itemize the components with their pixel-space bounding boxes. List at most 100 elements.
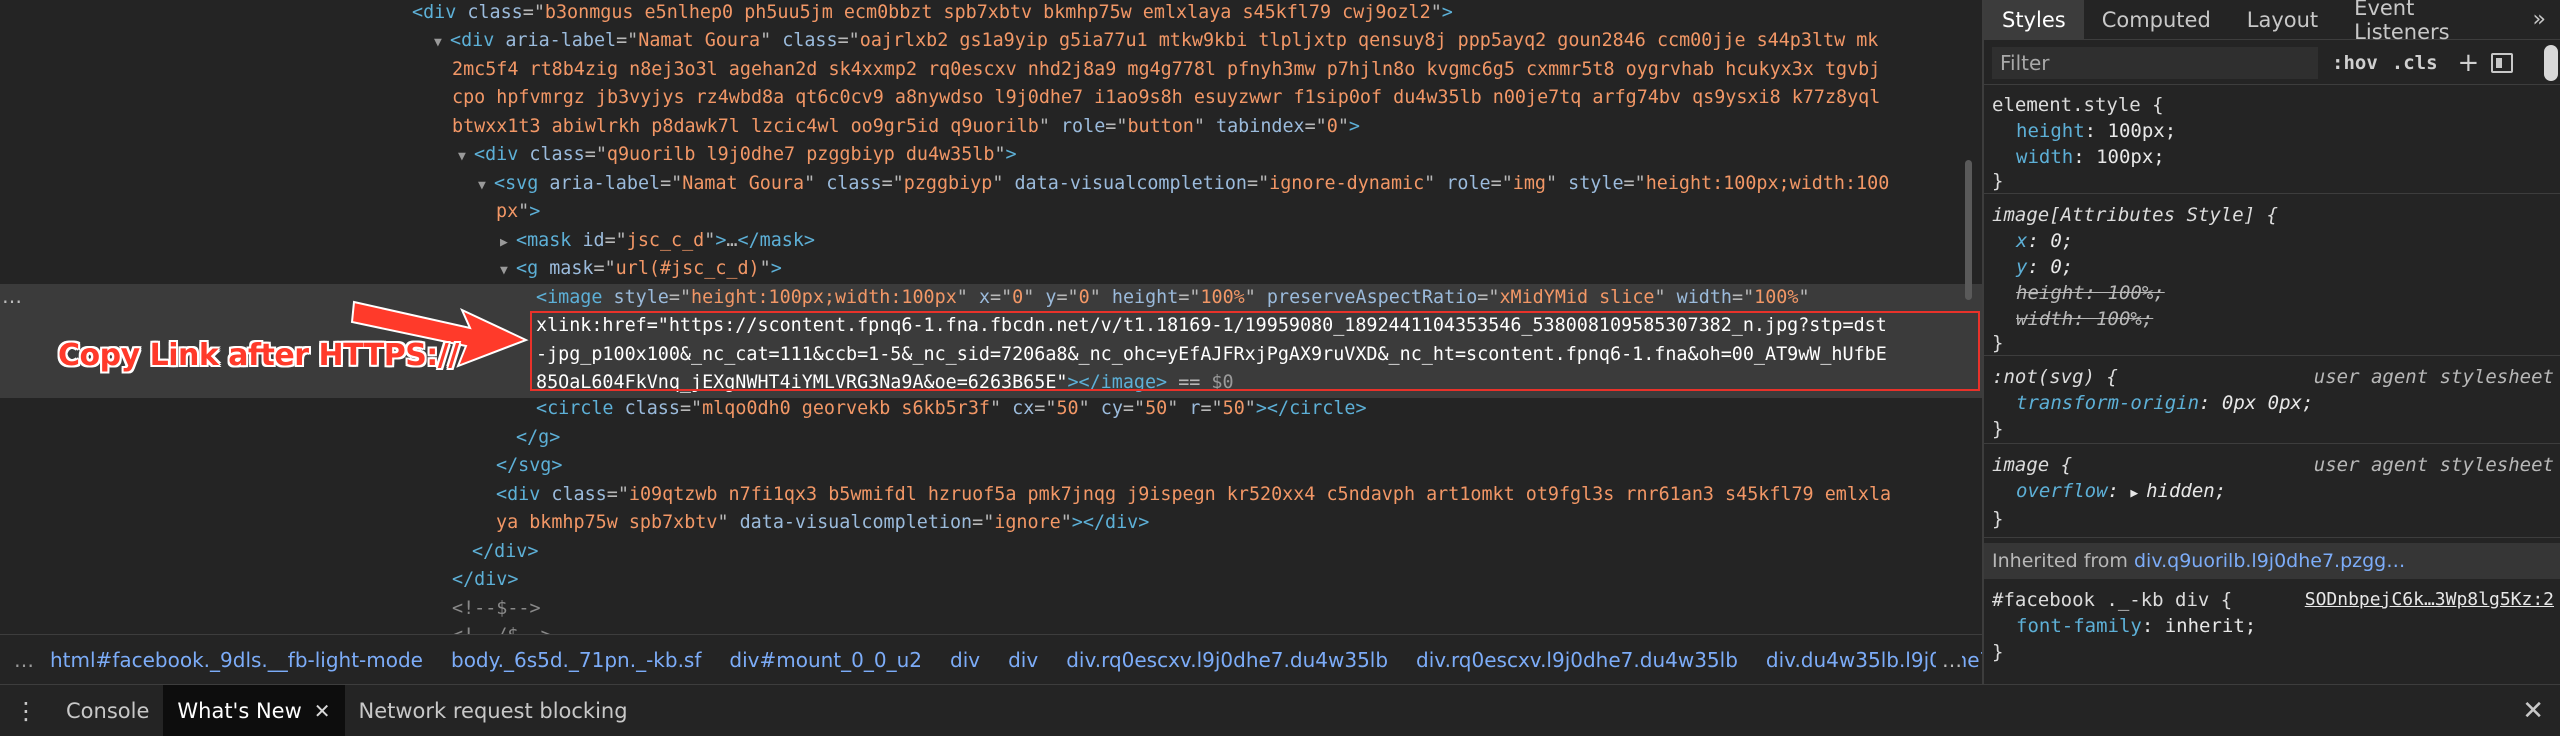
collapse-triangle-icon[interactable]: ▼: [458, 143, 474, 172]
breadcrumb-overflow-left[interactable]: …: [14, 648, 34, 672]
close-drawer-icon[interactable]: ✕: [2522, 696, 2544, 726]
code-token: y: [1045, 287, 1057, 308]
property-value[interactable]: inherit;: [2165, 615, 2257, 637]
dom-node[interactable]: </div>: [0, 566, 1982, 595]
code-token: xMidYMid slice: [1499, 287, 1655, 308]
breadcrumb-item[interactable]: div: [1008, 648, 1038, 672]
rule-facebook-div[interactable]: #facebook ._-kb div {SODnbpejC6k…3Wp8lg5…: [1984, 581, 2560, 684]
property-name: transform-origin: [2016, 392, 2200, 414]
breadcrumb-item[interactable]: body._6s5d._71pn._-kb.sf: [451, 648, 701, 672]
breadcrumb-item[interactable]: div.rq0escxv.l9j0dhe7.du4w35lb: [1416, 648, 1738, 672]
code-token: r: [1189, 398, 1201, 419]
drawer-menu-icon[interactable]: ⋮: [0, 697, 52, 725]
code-token: </div>: [472, 541, 539, 562]
styles-tabbar: Styles Computed Layout Event Listeners »: [1984, 0, 2560, 44]
collapse-triangle-icon[interactable]: ▼: [434, 29, 450, 58]
rule-not-svg[interactable]: :not(svg) {user agent stylesheet transfo…: [1984, 358, 2560, 444]
code-token: ": [1337, 116, 1349, 137]
close-tab-icon[interactable]: ✕: [314, 699, 331, 723]
property-name[interactable]: font-family: [2016, 615, 2142, 637]
stylesheet-source-link[interactable]: SODnbpejC6k…3Wp8lg5Kz:2: [2305, 587, 2554, 613]
tab-computed[interactable]: Computed: [2084, 0, 2229, 40]
tab-whats-new[interactable]: What's New ✕: [163, 684, 345, 736]
breadcrumb-item[interactable]: div: [950, 648, 980, 672]
dom-node[interactable]: ya bkmhp75w spb7xbtv" data-visualcomplet…: [0, 509, 1982, 538]
code-token: >: [1005, 144, 1017, 165]
property-name[interactable]: height: [2016, 120, 2085, 142]
rule-image-attributes[interactable]: image[Attributes Style] { x: 0; y: 0; he…: [1984, 196, 2560, 356]
breadcrumb-item[interactable]: html#facebook._9dls.__fb-light-mode: [50, 648, 423, 672]
code-token: px: [496, 201, 519, 222]
dom-comment[interactable]: <!--/$-->: [0, 622, 1982, 634]
selected-dom-node-href[interactable]: 85OaL604FkVnq_jEXgNWHT4iYMLVRG3Na9A&oe=6…: [0, 369, 1982, 398]
code-token: <circle: [536, 398, 625, 419]
code-token: =": [1178, 287, 1201, 308]
tab-network-request-blocking[interactable]: Network request blocking: [345, 685, 642, 736]
selected-dom-node-href[interactable]: xlink:href="https://scontent.fpnq6-1.fna…: [0, 312, 1982, 341]
class-toggle[interactable]: .cls: [2392, 52, 2438, 74]
dom-node[interactable]: cpo hpfvmrgz jb3vyjys rz4wbd8a qt6c0cv9 …: [0, 84, 1982, 113]
dom-node[interactable]: </svg>: [0, 452, 1982, 481]
property-value[interactable]: 100px;: [2096, 146, 2165, 168]
breadcrumb-item[interactable]: div#mount_0_0_u2: [729, 648, 922, 672]
dom-node[interactable]: ▼ <div class="q9uorilb l9j0dhe7 pzggbiyp …: [0, 141, 1982, 170]
code-token: ": [1089, 287, 1112, 308]
styles-filter-input[interactable]: [1992, 46, 2318, 79]
code-token: class: [551, 484, 607, 505]
styles-scrollbar[interactable]: [2544, 45, 2558, 81]
dom-node[interactable]: <circle class="mlqo0dh0 georvekb s6kb5r3…: [0, 395, 1982, 424]
rule-origin: user agent stylesheet: [2313, 454, 2554, 476]
property-value[interactable]: 100px;: [2108, 120, 2177, 142]
dom-node[interactable]: <div class="b3onmgus e5nlhep0 ph5uu5jm e…: [0, 0, 1982, 28]
code-token: i09qtzwb n7fi1qx3 b5wmifdl hzruof5a pmk7…: [628, 484, 1892, 505]
new-style-rule-button[interactable]: +: [2458, 48, 2480, 78]
breadcrumb-item[interactable]: div.rq0escxv.l9j0dhe7.du4w35lb: [1066, 648, 1388, 672]
code-token: =": [972, 512, 995, 533]
rule-image[interactable]: image {user agent stylesheet overflow: ▶…: [1984, 446, 2560, 538]
code-token: q9uorilb l9j0dhe7 pzggbiyp du4w35lb: [606, 144, 995, 165]
computed-sidebar-toggle-icon[interactable]: [2491, 52, 2514, 73]
collapse-triangle-icon[interactable]: ▼: [478, 172, 494, 201]
code-token: class: [624, 398, 680, 419]
code-token: =": [1490, 173, 1513, 194]
collapse-triangle-icon[interactable]: ▼: [500, 257, 516, 286]
dom-node[interactable]: <div class="i09qtzwb n7fi1qx3 b5wmifdl h…: [0, 481, 1982, 510]
elements-scrollbar[interactable]: [1964, 160, 1974, 590]
dom-comment[interactable]: <!--$-->: [0, 595, 1982, 624]
dom-node[interactable]: </div>: [0, 538, 1982, 567]
property-name[interactable]: width: [2016, 146, 2073, 168]
expand-triangle-icon[interactable]: ▶: [500, 229, 516, 258]
hover-state-toggle[interactable]: :hov: [2332, 52, 2378, 74]
code-token: =": [1200, 398, 1223, 419]
code-token: style: [613, 287, 669, 308]
inherited-from-link[interactable]: div.q9uorilb.l9j0dhe7.pzgg…: [2134, 550, 2405, 572]
tab-console[interactable]: Console: [52, 685, 163, 736]
dom-node[interactable]: </g>: [0, 424, 1982, 453]
code-token: role: [1446, 173, 1491, 194]
code-token: aria-label: [549, 173, 661, 194]
rule-element-style[interactable]: element.style { height: 100px; width: 10…: [1984, 86, 2560, 194]
code-token: =": [668, 287, 692, 308]
dom-node[interactable]: ▶ <mask id="jsc_c_d">…</mask>: [0, 227, 1982, 256]
elements-panel[interactable]: <div class="b3onmgus e5nlhep0 ph5uu5jm e…: [0, 0, 1982, 634]
dom-node[interactable]: btwxx1t3 abiwlrkh p8dawk7l lzcic4wl oo9g…: [0, 113, 1982, 142]
drawer-tabbar: ⋮ Console What's New ✕ Network request b…: [0, 684, 2560, 736]
code-token: </g>: [516, 427, 561, 448]
code-token: ": [760, 30, 783, 51]
dom-node[interactable]: px">: [0, 198, 1982, 227]
dom-node[interactable]: ▼ <svg aria-label="Namat Goura" class="pz…: [0, 170, 1982, 199]
code-token: cy: [1100, 398, 1123, 419]
node-actions-dots[interactable]: …: [2, 284, 22, 308]
property-value: 0px 0px;: [2221, 392, 2314, 414]
expand-triangle-icon[interactable]: ▶: [2130, 486, 2146, 501]
dom-node[interactable]: ▼ <g mask="url(#jsc_c_d)">: [0, 255, 1982, 284]
dom-node[interactable]: ▼ <div aria-label="Namat Goura" class="oa…: [0, 27, 1982, 56]
dom-node[interactable]: 2mc5f4 rt8b4zig n8ej3o3l agehan2d sk4xxm…: [0, 56, 1982, 85]
selected-dom-node[interactable]: <image style="height:100px;width:100px" …: [0, 284, 1982, 313]
code-token: ": [1038, 116, 1061, 137]
more-tabs-icon[interactable]: »: [2519, 0, 2560, 39]
breadcrumb-overflow-right[interactable]: …: [1936, 647, 1962, 672]
tab-styles[interactable]: Styles: [1984, 0, 2084, 40]
tab-layout[interactable]: Layout: [2229, 0, 2336, 40]
tab-event-listeners[interactable]: Event Listeners: [2336, 0, 2518, 44]
